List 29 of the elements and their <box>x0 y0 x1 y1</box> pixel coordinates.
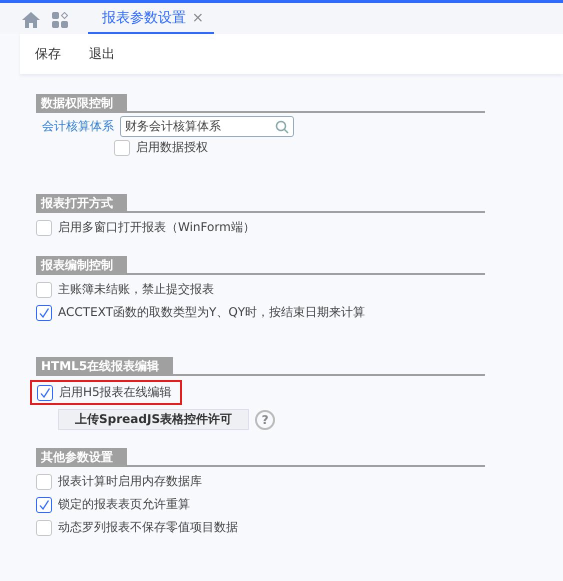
search-field[interactable]: 财务会计核算体系 <box>120 116 294 137</box>
checkbox[interactable] <box>36 474 52 490</box>
checkbox-label: 主账簿未结账，禁止提交报表 <box>58 281 214 298</box>
checkbox[interactable] <box>37 384 53 400</box>
toolbar-button[interactable]: 保存 <box>35 45 61 63</box>
apps-icon[interactable] <box>52 12 68 28</box>
checkbox-label: 启用H5报表在线编辑 <box>59 384 172 401</box>
checkbox-label: 启用多窗口打开报表（WinForm端） <box>58 219 255 236</box>
checkbox[interactable] <box>36 496 52 512</box>
upload-button[interactable]: 上传SpreadJS表格控件许可 <box>58 409 250 430</box>
section-header: 报表打开方式 <box>36 194 485 213</box>
checkbox-label: ACCTEXT函数的取数类型为Y、QY时，按结束日期来计算 <box>58 304 366 321</box>
section-header: 报表编制控制 <box>36 256 485 275</box>
section-header: 其他参数设置 <box>36 448 485 467</box>
toolbar-button[interactable]: 退出 <box>89 45 115 63</box>
search-icon <box>275 120 289 134</box>
section-header: HTML5在线报表编辑 <box>36 357 485 376</box>
checkbox-label: 动态罗列报表不保存零值项目数据 <box>58 519 238 536</box>
checkbox-label: 报表计算时启用内存数据库 <box>58 473 202 490</box>
checkbox[interactable] <box>36 520 52 536</box>
checkbox[interactable] <box>36 220 52 236</box>
checkbox[interactable] <box>114 140 130 156</box>
checkbox-label: 锁定的报表表页允许重算 <box>58 496 190 513</box>
checkbox[interactable] <box>36 282 52 298</box>
home-icon[interactable] <box>22 12 40 28</box>
field-label: 会计核算体系 <box>42 118 114 135</box>
section-header: 数据权限控制 <box>36 94 485 113</box>
checkbox[interactable] <box>36 304 52 320</box>
checkbox-label: 启用数据授权 <box>136 139 208 156</box>
